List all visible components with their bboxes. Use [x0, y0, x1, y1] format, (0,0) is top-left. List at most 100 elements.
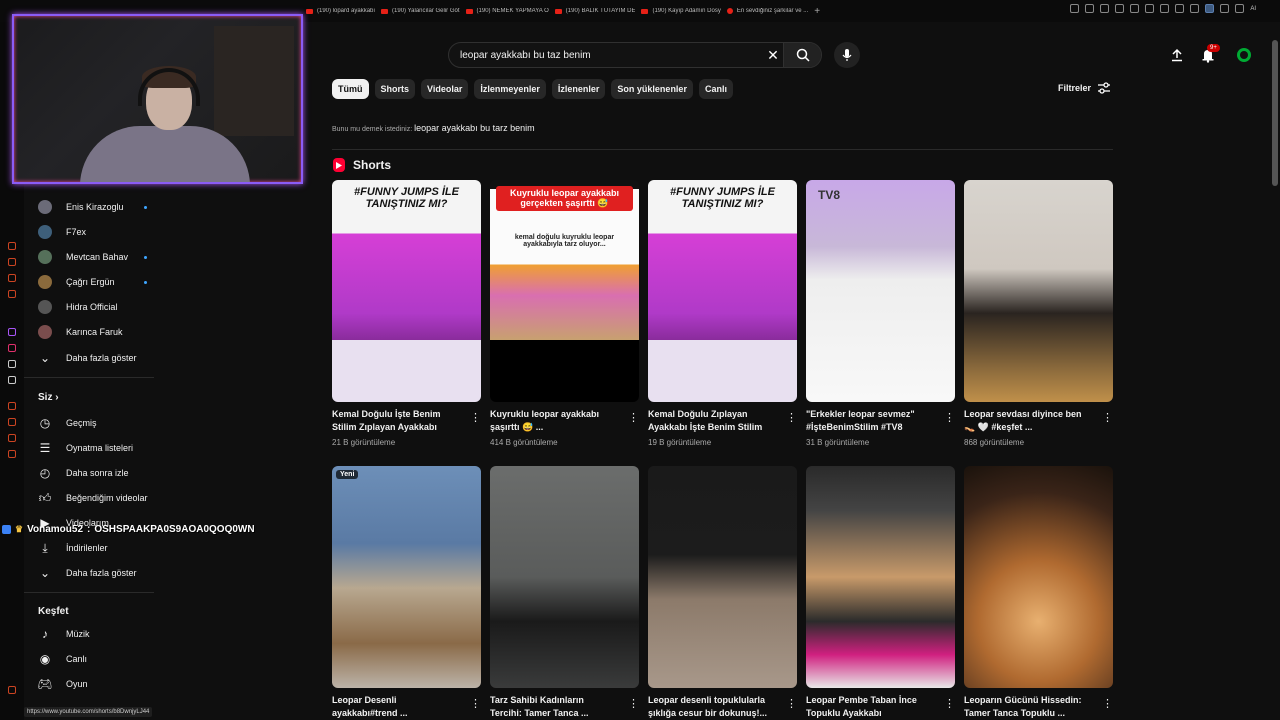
short-card[interactable]: #FUNNY JUMPS İLE TANIŞTINIZ MI? Kemal Doğ… — [332, 180, 481, 447]
chip-videos[interactable]: Videolar — [421, 79, 469, 99]
short-thumbnail[interactable]: Yeni — [332, 466, 481, 688]
sidebar-subscription-item[interactable]: Karınca Faruk — [38, 325, 123, 339]
send-icon[interactable] — [1235, 4, 1245, 13]
instagram-icon[interactable] — [8, 344, 16, 352]
chip-unwatched[interactable]: İzlenmeyenler — [474, 79, 546, 99]
more-actions-icon[interactable]: ⋮ — [628, 411, 639, 424]
filters-button[interactable]: Filtreler — [1058, 82, 1111, 94]
short-thumbnail[interactable]: #FUNNY JUMPS İLE TANIŞTINIZ MI? — [648, 180, 797, 402]
short-title[interactable]: Leopar Desenli ayakkabı#trend ... — [332, 694, 458, 720]
short-card[interactable]: Leoparın Gücünü Hissedin: Tamer Tanca To… — [964, 466, 1113, 718]
ai-extension[interactable]: AI — [1250, 6, 1256, 12]
download-icon[interactable] — [1190, 4, 1200, 13]
short-thumbnail[interactable] — [806, 466, 955, 688]
heart-icon[interactable] — [1145, 4, 1155, 13]
account-avatar[interactable] — [1235, 46, 1253, 64]
short-card[interactable]: Leopar sevdası diyince ben 👡 🤍 #keşfet .… — [964, 180, 1113, 447]
short-card[interactable]: Yeni Leopar Desenli ayakkabı#trend ... ⋮ — [332, 466, 481, 718]
more-actions-icon[interactable]: ⋮ — [470, 411, 481, 424]
more-actions-icon[interactable]: ⋮ — [944, 697, 955, 710]
extension-icon[interactable] — [1220, 4, 1230, 13]
more-actions-icon[interactable]: ⋮ — [1102, 697, 1113, 710]
more-actions-icon[interactable]: ⋮ — [786, 697, 797, 710]
x-icon[interactable] — [8, 376, 16, 384]
sidebar-subscription-item[interactable]: Mevtcan Bahav — [38, 250, 128, 264]
short-title[interactable]: "Erkekler leopar sevmez" #İşteBenimStili… — [806, 408, 932, 434]
shield-icon[interactable] — [1115, 4, 1125, 13]
short-thumbnail[interactable] — [648, 466, 797, 688]
short-thumbnail[interactable]: Kuyruklu leopar ayakkabı gerçekten şaşır… — [490, 180, 639, 402]
short-card[interactable]: #FUNNY JUMPS İLE TANIŞTINIZ MI? Kemal Doğ… — [648, 180, 797, 447]
search-button[interactable] — [783, 43, 821, 67]
clear-search-icon[interactable]: ✕ — [763, 47, 783, 64]
create-button[interactable] — [1168, 46, 1186, 64]
chip-recently-uploaded[interactable]: Son yüklenenler — [611, 79, 693, 99]
short-card[interactable]: Leopar desenli topuklularla şıklığa cesu… — [648, 466, 797, 718]
short-thumbnail[interactable]: TV8 — [806, 180, 955, 402]
short-title[interactable]: Leoparın Gücünü Hissedin: Tamer Tanca To… — [964, 694, 1090, 720]
sidebar-item-watch-later[interactable]: ◴ Daha sonra izle — [38, 466, 129, 480]
more-actions-icon[interactable]: ⋮ — [786, 411, 797, 424]
chip-live[interactable]: Canlı — [698, 79, 733, 99]
extension-icon[interactable] — [1175, 4, 1185, 13]
short-title[interactable]: Leopar sevdası diyince ben 👡 🤍 #keşfet .… — [964, 408, 1090, 434]
short-title[interactable]: Tarz Sahibi Kadınların Tercihi: Tamer Ta… — [490, 694, 616, 720]
zoom-icon[interactable] — [1070, 4, 1080, 13]
chip-watched[interactable]: İzlenenler — [551, 79, 606, 99]
app-icon[interactable] — [8, 402, 16, 410]
sidebar-subscription-item[interactable]: Enis Kirazoglu — [38, 200, 124, 214]
app-icon[interactable] — [8, 434, 16, 442]
browser-tab[interactable]: (190) Kayıp Adamın Dosy — [641, 8, 721, 14]
short-title[interactable]: Leopar Pembe Taban İnce Topuklu Ayakkabı — [806, 694, 932, 720]
sidebar-item-downloads[interactable]: ⤓ İndirilenler — [38, 541, 107, 555]
app-icon[interactable] — [8, 290, 16, 298]
search-input[interactable]: leopar ayakkabı bu taz benim — [449, 50, 763, 61]
extension-icon[interactable] — [1130, 4, 1140, 13]
app-icon[interactable] — [8, 274, 16, 282]
short-title[interactable]: Leopar desenli topuklularla şıklığa cesu… — [648, 694, 774, 720]
short-title[interactable]: Kemal Doğulu İşte Benim Stilim Zıplayan … — [332, 408, 458, 434]
more-actions-icon[interactable]: ⋮ — [628, 697, 639, 710]
short-thumbnail[interactable] — [964, 466, 1113, 688]
sidebar-item-live[interactable]: ◉ Canlı — [38, 652, 87, 666]
chip-shorts[interactable]: Shorts — [374, 79, 416, 99]
extension-icon[interactable] — [1160, 4, 1170, 13]
app-icon[interactable] — [8, 686, 16, 694]
browser-tab[interactable]: (190) lopard ayakkabı — [306, 8, 375, 14]
you-heading[interactable]: Siz › — [38, 392, 59, 403]
show-more-subscriptions[interactable]: ⌄ Daha fazla göster — [38, 351, 137, 365]
sidebar-subscription-item[interactable]: Hidra Official — [38, 300, 117, 314]
app-icon[interactable] — [8, 450, 16, 458]
sidebar-item-show-more[interactable]: ⌄ Daha fazla göster — [38, 566, 137, 580]
short-thumbnail[interactable]: #FUNNY JUMPS İLE TANIŞTINIZ MI? — [332, 180, 481, 402]
more-actions-icon[interactable]: ⋮ — [1102, 411, 1113, 424]
extension-icon[interactable] — [1100, 4, 1110, 13]
short-title[interactable]: Kuyruklu leopar ayakkabı şaşırttı 😅 ... — [490, 408, 616, 434]
sidebar-item-history[interactable]: ◷ Geçmiş — [38, 416, 97, 430]
extension-active-icon[interactable] — [1205, 4, 1215, 13]
short-card[interactable]: Leopar Pembe Taban İnce Topuklu Ayakkabı… — [806, 466, 955, 718]
sidebar-item-playlists[interactable]: ☰ Oynatma listeleri — [38, 441, 133, 455]
browser-tab[interactable]: En sevdiğiniz şarkılar ve ... — [726, 8, 808, 14]
browser-tab[interactable]: (190) BALIK TUTAYIM DE — [554, 8, 635, 14]
more-actions-icon[interactable]: ⋮ — [944, 411, 955, 424]
tiktok-icon[interactable] — [8, 360, 16, 368]
sidebar-subscription-item[interactable]: F7ex — [38, 225, 86, 239]
voice-search-button[interactable] — [834, 42, 860, 68]
short-thumbnail[interactable] — [490, 466, 639, 688]
more-actions-icon[interactable]: ⋮ — [470, 697, 481, 710]
short-thumbnail[interactable] — [964, 180, 1113, 402]
sidebar-item-gaming[interactable]: 🎮︎ Oyun — [37, 677, 87, 691]
sidebar-item-liked-videos[interactable]: 👍︎ Beğendiğim videolar — [38, 491, 148, 505]
browser-tab[interactable]: (190) Yalancılar Gelir Göt — [381, 8, 460, 14]
short-card[interactable]: TV8 "Erkekler leopar sevmez" #İşteBenimSt… — [806, 180, 955, 447]
short-card[interactable]: Kuyruklu leopar ayakkabı gerçekten şaşır… — [490, 180, 639, 447]
new-tab-button[interactable]: + — [814, 6, 820, 17]
chip-all[interactable]: Tümü — [332, 79, 369, 99]
sidebar-subscription-item[interactable]: Çağrı Ergün — [38, 275, 115, 289]
short-card[interactable]: Tarz Sahibi Kadınların Tercihi: Tamer Ta… — [490, 466, 639, 718]
sidebar-item-music[interactable]: ♪ Müzik — [38, 627, 90, 641]
app-icon[interactable] — [8, 258, 16, 266]
did-you-mean-link[interactable]: leopar ayakkabı bu tarz benim — [414, 123, 535, 133]
app-icon[interactable] — [8, 418, 16, 426]
